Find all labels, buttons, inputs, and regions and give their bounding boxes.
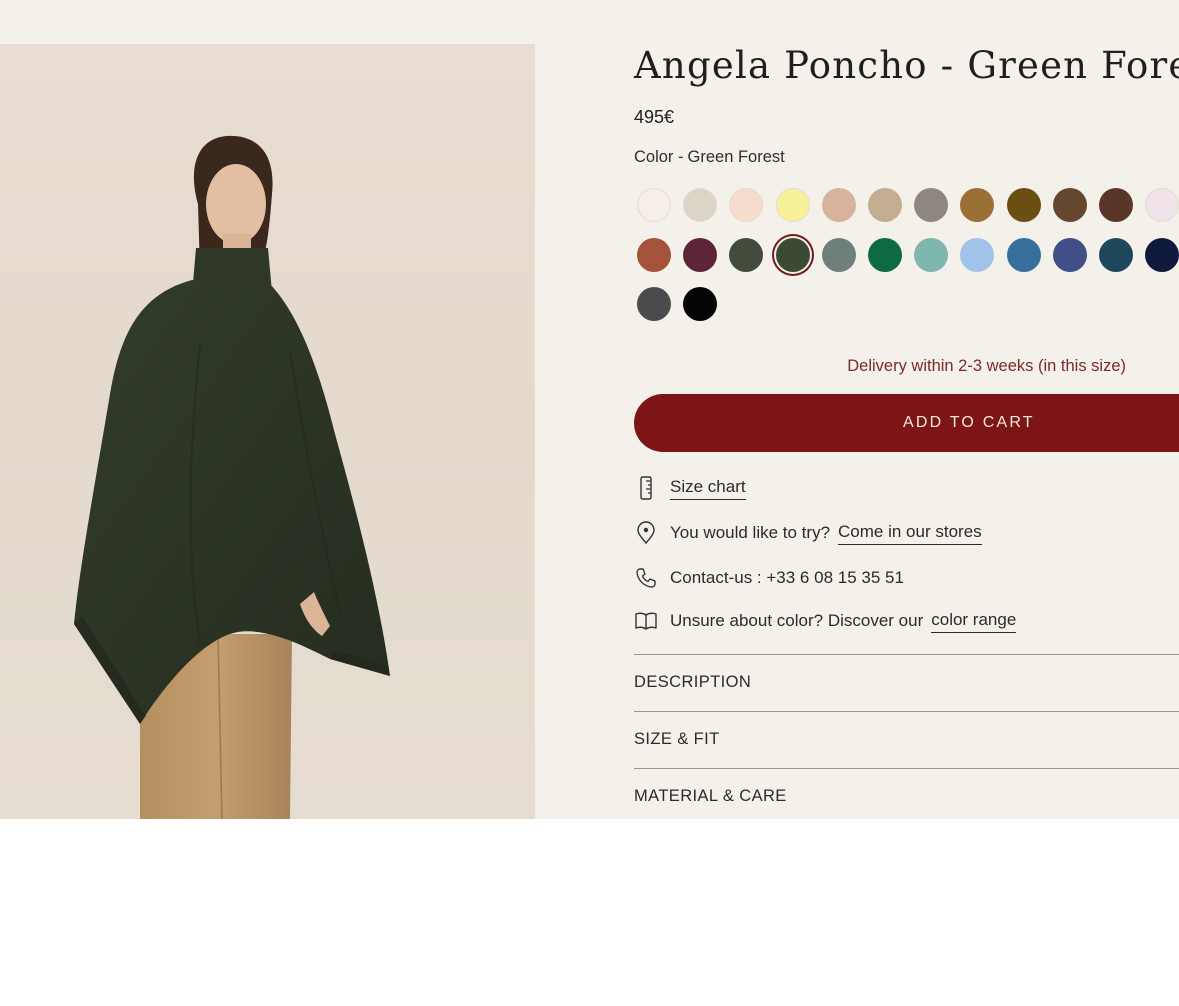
color-swatch[interactable] (960, 188, 995, 222)
product-info: Angela Poncho - Green Forest 495€ Color … (634, 0, 1179, 819)
add-to-cart-button[interactable]: ADD TO CART (634, 394, 1179, 452)
phone-icon (634, 566, 658, 590)
color-swatch[interactable] (637, 287, 671, 321)
contact-text: Contact-us : +33 6 08 15 35 51 (670, 568, 904, 587)
delivery-info: Delivery within 2-3 weeks (in this size) (847, 357, 1126, 375)
color-swatch[interactable] (683, 237, 718, 272)
color-swatch[interactable] (1099, 237, 1133, 272)
product-title: Angela Poncho - Green Forest (634, 44, 1179, 87)
color-swatches (634, 185, 1179, 325)
color-swatch[interactable] (775, 188, 810, 222)
divider (634, 654, 1179, 655)
color-swatch[interactable] (821, 237, 856, 272)
color-swatch[interactable] (729, 188, 764, 222)
color-range-text: Unsure about color? Discover our (670, 611, 924, 630)
model-photo (74, 135, 390, 819)
color-swatch[interactable] (1099, 188, 1133, 222)
divider (634, 711, 1179, 712)
color-swatch[interactable] (821, 188, 856, 222)
ruler-icon (634, 476, 658, 500)
product-price: 495€ (634, 107, 675, 127)
size-chart-link[interactable]: Size chart (670, 477, 746, 500)
selected-color-name: Green Forest (687, 148, 785, 166)
color-swatch[interactable] (1145, 188, 1179, 222)
color-range-link[interactable]: color range (931, 610, 1017, 633)
color-swatch[interactable] (868, 188, 902, 222)
color-swatch[interactable] (637, 237, 671, 272)
stores-row: You would like to try? Come in our stores (634, 519, 982, 547)
color-swatch[interactable] (868, 237, 902, 272)
product-image[interactable] (0, 44, 535, 819)
color-swatch[interactable] (683, 188, 718, 222)
book-icon (634, 609, 658, 633)
color-swatch[interactable] (914, 237, 949, 272)
color-range-row: Unsure about color? Discover our color ra… (634, 607, 1017, 635)
contact-row: Contact-us : +33 6 08 15 35 51 (634, 564, 904, 592)
color-swatch[interactable] (960, 237, 995, 272)
accordion-material-care[interactable]: MATERIAL & CARE (634, 787, 787, 806)
size-chart-row: Size chart (634, 474, 746, 502)
stores-link[interactable]: Come in our stores (838, 522, 982, 545)
color-swatch[interactable] (1006, 237, 1041, 272)
color-swatch[interactable] (729, 237, 764, 272)
color-label-prefix: Color - (634, 148, 684, 166)
divider (634, 768, 1179, 769)
color-swatch[interactable] (1052, 188, 1087, 222)
color-swatch[interactable] (1006, 188, 1041, 222)
accordion-description[interactable]: DESCRIPTION (634, 673, 751, 692)
color-swatch[interactable] (914, 188, 949, 222)
color-swatch[interactable] (775, 237, 810, 272)
accordion-size-fit[interactable]: SIZE & FIT (634, 730, 720, 749)
color-swatch[interactable] (1145, 237, 1179, 272)
stores-text: You would like to try? (670, 523, 831, 542)
map-pin-icon (634, 521, 658, 545)
color-swatch[interactable] (683, 287, 718, 321)
color-swatch[interactable] (637, 188, 671, 222)
color-label: Color - Green Forest (634, 148, 785, 167)
color-swatch[interactable] (1052, 237, 1087, 272)
